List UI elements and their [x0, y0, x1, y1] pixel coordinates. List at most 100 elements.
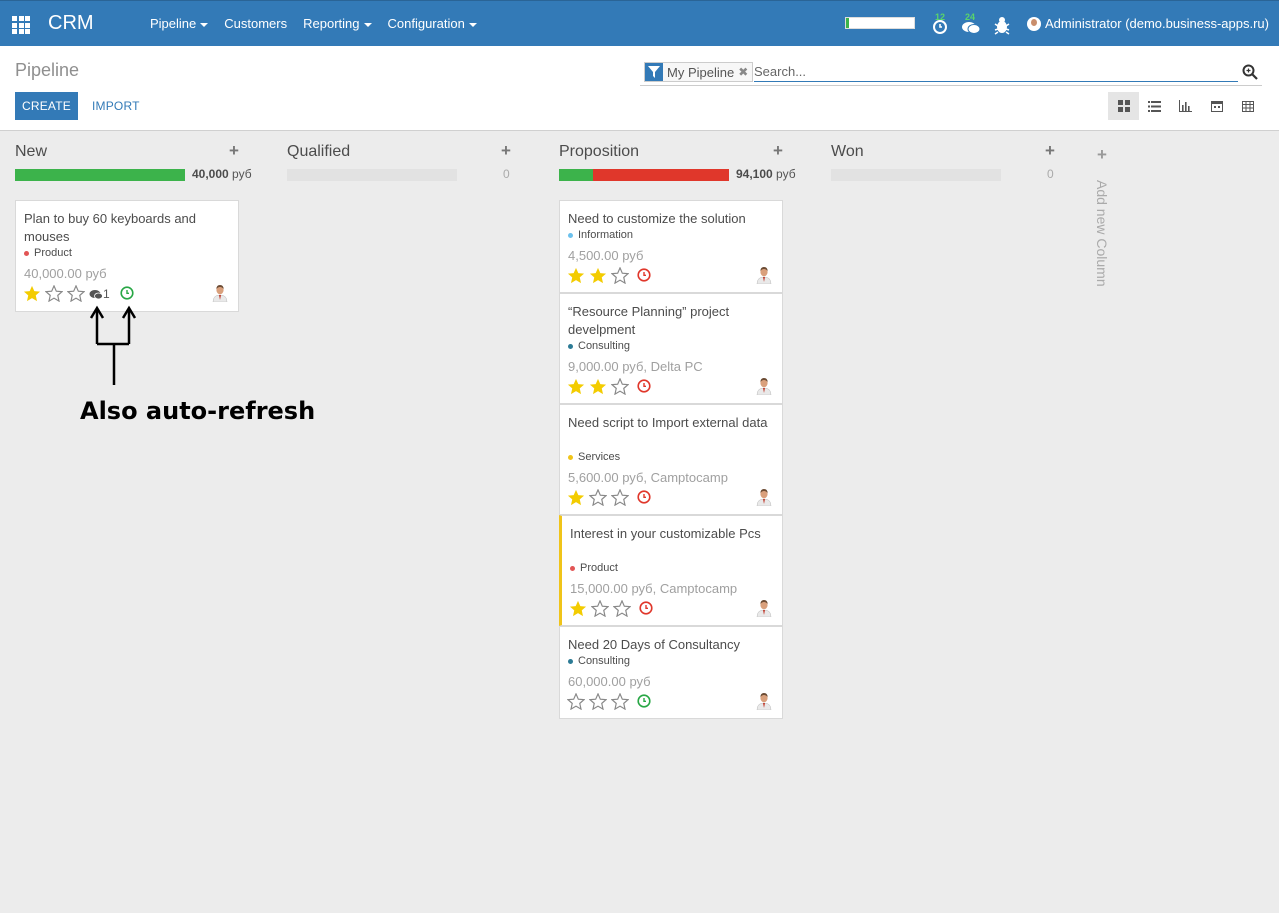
salesperson-avatar[interactable] [754, 690, 774, 711]
create-button[interactable]: CREATE [15, 92, 78, 120]
column-sum: 40,000 руб [192, 167, 252, 181]
card-tag: Consulting [568, 340, 630, 352]
activity-clock-icon[interactable] [637, 379, 651, 398]
caret-down-icon [200, 22, 209, 27]
card-title: Plan to buy 60 keyboards and mouses [24, 211, 197, 244]
star-empty-icon[interactable] [612, 599, 635, 622]
card-amount: 15,000.00 руб, Camptocamp [570, 581, 738, 596]
star-empty-icon[interactable] [590, 599, 613, 622]
main-menu: Pipeline Customers Reporting Configurati… [150, 16, 493, 31]
activities-badge: 12 [935, 12, 946, 22]
card-title: Need to customize the solution [568, 211, 746, 226]
priority-stars[interactable] [566, 692, 633, 715]
star-empty-icon[interactable] [588, 488, 611, 511]
search-icon[interactable] [1242, 64, 1258, 85]
kanban-card[interactable]: Interest in your customizable Pcs Product… [559, 515, 783, 626]
activity-clock-icon[interactable] [637, 268, 651, 287]
star-empty-icon[interactable] [566, 692, 589, 715]
card-title: Need 20 Days of Consultancy [568, 637, 740, 652]
salesperson-avatar[interactable] [210, 282, 230, 303]
menu-customers[interactable]: Customers [224, 16, 287, 31]
card-amount: 40,000.00 руб [24, 266, 107, 281]
graph-view-button[interactable] [1170, 92, 1201, 120]
star-filled-icon[interactable] [569, 600, 591, 622]
star-empty-icon[interactable] [588, 692, 611, 715]
activity-clock-icon[interactable] [637, 490, 651, 509]
filter-icon [645, 63, 663, 81]
graph-icon [1179, 100, 1192, 112]
star-filled-icon[interactable] [567, 267, 589, 289]
messages-icon[interactable]: 24 [961, 12, 981, 35]
star-filled-icon[interactable] [589, 267, 611, 289]
add-new-column[interactable]: Add new Column [1094, 180, 1110, 287]
priority-stars[interactable] [567, 266, 633, 289]
card-tag: Product [570, 562, 618, 574]
view-switcher [1108, 92, 1263, 120]
star-filled-icon[interactable] [567, 489, 589, 511]
pivot-view-button[interactable] [1232, 92, 1263, 120]
kanban-icon [1117, 100, 1130, 112]
kanban-view-button[interactable] [1108, 92, 1139, 120]
pivot-icon [1241, 100, 1254, 112]
star-empty-icon[interactable] [44, 284, 67, 307]
menu-configuration[interactable]: Configuration [388, 16, 477, 31]
star-filled-icon[interactable] [589, 378, 611, 400]
column-progress-bar[interactable] [15, 169, 185, 181]
message-count[interactable]: 1 [89, 287, 110, 301]
card-title: “Resource Planning” project develpment [568, 304, 730, 337]
priority-stars[interactable] [23, 284, 89, 307]
list-view-button[interactable] [1139, 92, 1170, 120]
column-add-icon[interactable]: + [229, 141, 239, 161]
add-column-icon[interactable]: + [1097, 145, 1107, 165]
kanban-card[interactable]: Plan to buy 60 keyboards and mouses Produ… [15, 200, 239, 312]
import-button[interactable]: IMPORT [84, 92, 148, 120]
activity-clock-icon[interactable] [639, 601, 653, 620]
kanban-card[interactable]: Need script to Import external data Servi… [559, 404, 783, 515]
calendar-view-button[interactable] [1201, 92, 1232, 120]
column-progress-bar[interactable] [287, 169, 457, 181]
progress-segment[interactable] [15, 169, 185, 181]
control-panel: Pipeline CREATE IMPORT My Pipeline ✖ [0, 46, 1279, 131]
kanban-card[interactable]: “Resource Planning” project develpment Co… [559, 293, 783, 404]
progress-segment[interactable] [559, 169, 593, 181]
column-add-icon[interactable]: + [1045, 141, 1055, 161]
activities-icon[interactable]: 12 [931, 12, 951, 35]
kanban-card[interactable]: Need 20 Days of Consultancy Consulting 60,… [559, 626, 783, 719]
card-tag: Consulting [568, 655, 630, 667]
search-input[interactable] [754, 62, 1238, 82]
star-filled-icon[interactable] [567, 378, 589, 400]
progress-segment[interactable] [593, 169, 729, 181]
menu-reporting[interactable]: Reporting [303, 16, 372, 31]
apps-menu-icon[interactable] [12, 16, 30, 34]
search-bar: My Pipeline ✖ [640, 60, 1262, 86]
star-empty-icon[interactable] [610, 692, 633, 715]
star-empty-icon[interactable] [610, 266, 633, 289]
star-empty-icon[interactable] [610, 488, 633, 511]
menu-pipeline[interactable]: Pipeline [150, 16, 209, 31]
column-progress-bar[interactable] [831, 169, 1001, 181]
column-progress-bar[interactable] [559, 169, 729, 181]
salesperson-avatar[interactable] [754, 597, 774, 618]
top-navbar: CRM Pipeline Customers Reporting Configu… [0, 0, 1279, 46]
debug-bug-icon[interactable] [993, 15, 1013, 35]
star-empty-icon[interactable] [610, 377, 633, 400]
column-title-qualified: Qualified [287, 143, 351, 160]
card-tag: Services [568, 451, 620, 463]
annotation-arrows [89, 305, 137, 385]
user-menu[interactable]: Administrator (demo.business-apps.ru) [1027, 16, 1269, 31]
caret-down-icon [468, 22, 477, 27]
kanban-card[interactable]: Need to customize the solution Informatio… [559, 200, 783, 293]
priority-stars[interactable] [567, 488, 633, 511]
activity-clock-icon[interactable] [637, 694, 651, 713]
salesperson-avatar[interactable] [754, 375, 774, 396]
priority-stars[interactable] [567, 377, 633, 400]
messages-badge: 24 [965, 12, 976, 22]
loading-progress-bar [845, 17, 915, 29]
salesperson-avatar[interactable] [754, 486, 774, 507]
column-add-icon[interactable]: + [501, 141, 511, 161]
remove-facet-icon[interactable]: ✖ [738, 65, 752, 79]
priority-stars[interactable] [569, 599, 635, 622]
column-add-icon[interactable]: + [773, 141, 783, 161]
salesperson-avatar[interactable] [754, 264, 774, 285]
star-filled-icon[interactable] [23, 285, 45, 307]
